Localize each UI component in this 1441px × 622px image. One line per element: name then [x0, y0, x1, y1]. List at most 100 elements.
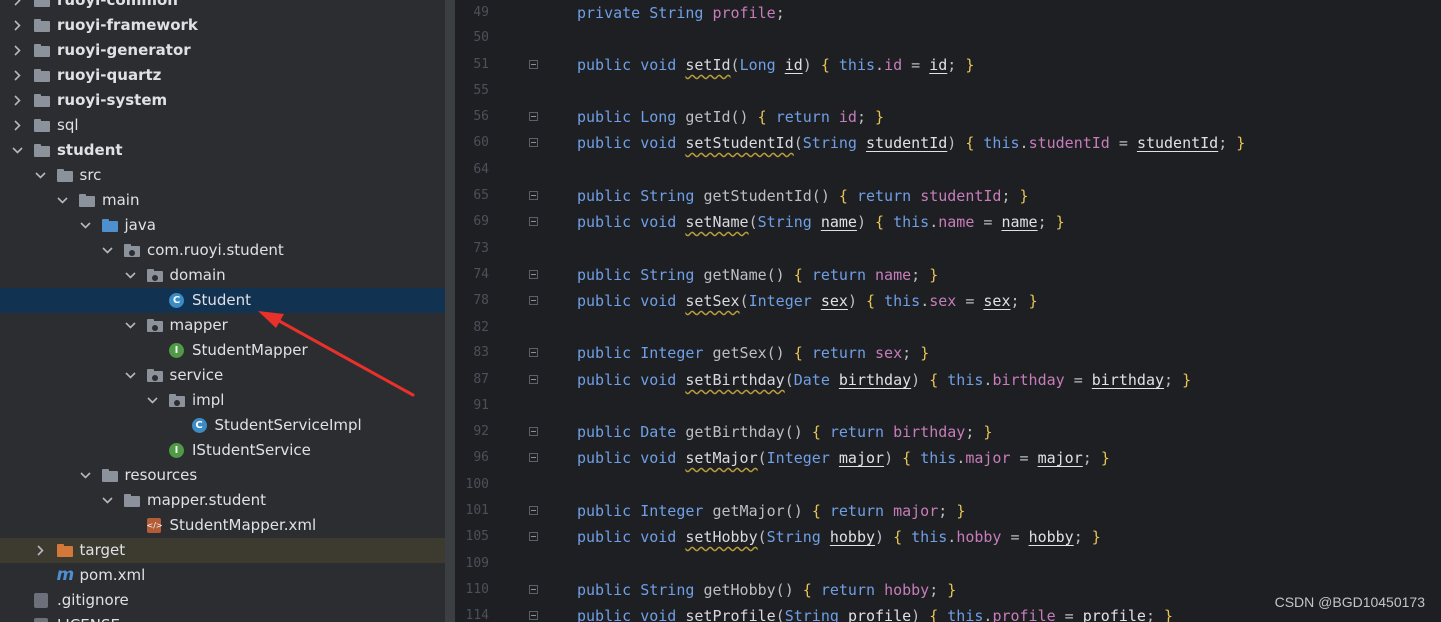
tree-item-ruoyi-framework[interactable]: ruoyi-framework: [0, 13, 445, 38]
module-folder-icon: [34, 43, 50, 58]
chevron-right-icon[interactable]: [10, 113, 24, 138]
code-line[interactable]: public String getName() { return name; }: [577, 262, 938, 288]
code-line[interactable]: public void setBirthday(Date birthday) {…: [577, 367, 1191, 393]
tree-item-ruoyi-system[interactable]: ruoyi-system: [0, 88, 445, 113]
code-line[interactable]: public void setId(Long id) { this.id = i…: [577, 52, 974, 78]
code-token: {: [802, 581, 821, 599]
tree-item-java[interactable]: java: [0, 213, 445, 238]
tree-item-sql[interactable]: sql: [0, 113, 445, 138]
code-line[interactable]: private String profile;: [577, 0, 785, 26]
code-line[interactable]: public void setHobby(String hobby) { thi…: [577, 524, 1101, 550]
code-token: ;: [1001, 187, 1020, 205]
tree-item-studentserviceimpl[interactable]: C StudentServiceImpl: [0, 413, 445, 438]
tree-item-label: LICENSE: [57, 613, 120, 622]
chevron-down-icon[interactable]: [10, 138, 24, 163]
tree-item-studentmapper-xml[interactable]: </> StudentMapper.xml: [0, 513, 445, 538]
chevron-right-icon[interactable]: [10, 0, 24, 13]
folder-icon: [56, 168, 73, 183]
fold-toggle-icon[interactable]: [529, 585, 538, 594]
code-token: }: [920, 344, 930, 362]
tree-item-ruoyi-common[interactable]: ruoyi-common: [0, 0, 445, 13]
code-editor[interactable]: 49 50 51 55 56 60 64 65 69 73 74 78 82 83 87 91 92 96 100 1…: [455, 0, 1441, 622]
module-folder-icon: [34, 68, 50, 83]
code-token: ;: [1037, 213, 1056, 231]
chevron-right-icon[interactable]: [33, 538, 47, 563]
tree-item-target[interactable]: target: [0, 538, 445, 563]
code-line[interactable]: public Date getBirthday() { return birth…: [577, 419, 992, 445]
tree-item-label: Student: [192, 291, 252, 309]
fold-toggle-icon[interactable]: [529, 112, 538, 121]
code-token: (: [793, 134, 803, 152]
chevron-down-icon[interactable]: [100, 488, 114, 513]
chevron-right-icon[interactable]: [10, 88, 24, 113]
tree-item-src[interactable]: src: [0, 163, 445, 188]
tree-item-ruoyi-generator[interactable]: ruoyi-generator: [0, 38, 445, 63]
code-token: major: [838, 449, 885, 467]
fold-toggle-icon[interactable]: [529, 375, 538, 384]
tree-item-student[interactable]: C Student: [0, 288, 445, 313]
chevron-down-icon[interactable]: [100, 238, 114, 263]
fold-toggle-icon[interactable]: [529, 506, 538, 515]
tree-item-studentmapper[interactable]: I StudentMapper: [0, 338, 445, 363]
chevron-down-icon[interactable]: [123, 263, 137, 288]
tree-item-service[interactable]: service: [0, 363, 445, 388]
chevron-down-icon[interactable]: [123, 363, 137, 388]
code-line[interactable]: public String getStudentId() { return st…: [577, 183, 1029, 209]
tree-item-mapper-student[interactable]: mapper.student: [0, 488, 445, 513]
code-line[interactable]: public void setProfile(String profile) {…: [577, 603, 1173, 622]
code-line[interactable]: public void setMajor(Integer major) { th…: [577, 445, 1110, 471]
tree-item-label: src: [79, 166, 102, 184]
fold-toggle-icon[interactable]: [529, 296, 538, 305]
fold-toggle-icon[interactable]: [529, 427, 538, 436]
tree-item-mapper[interactable]: mapper: [0, 313, 445, 338]
chevron-down-icon[interactable]: [78, 463, 92, 488]
tree-item-impl[interactable]: impl: [0, 388, 445, 413]
fold-toggle-icon[interactable]: [529, 611, 538, 620]
fold-toggle-icon[interactable]: [529, 348, 538, 357]
tree-item-pom-xml[interactable]: m pom.xml: [0, 563, 445, 588]
tree-item-license[interactable]: LICENSE: [0, 613, 445, 622]
fold-toggle-icon[interactable]: [529, 453, 538, 462]
code-line[interactable]: public void setName(String name) { this.…: [577, 209, 1065, 235]
code-token: public: [577, 449, 641, 467]
chevron-right-icon[interactable]: [10, 63, 24, 88]
code-token: void: [640, 134, 686, 152]
fold-toggle-icon[interactable]: [529, 217, 538, 226]
tree-item-domain[interactable]: domain: [0, 263, 445, 288]
code-line[interactable]: public Integer getSex() { return sex; }: [577, 340, 929, 366]
chevron-down-icon[interactable]: [123, 313, 137, 338]
fold-toggle-icon[interactable]: [529, 270, 538, 279]
fold-toggle-icon[interactable]: [529, 60, 538, 69]
class-icon: C: [191, 418, 208, 433]
tree-item-student[interactable]: student: [0, 138, 445, 163]
chevron-down-icon[interactable]: [78, 213, 92, 238]
code-token: setStudentId: [685, 134, 794, 152]
tree-item-ruoyi-quartz[interactable]: ruoyi-quartz: [0, 63, 445, 88]
code-line[interactable]: public Integer getMajor() { return major…: [577, 498, 965, 524]
code-token: major: [893, 502, 939, 520]
tree-scrollbar[interactable]: [445, 0, 455, 622]
chevron-down-icon[interactable]: [55, 188, 69, 213]
line-number: 50: [473, 30, 489, 45]
code-line[interactable]: public void setStudentId(String studentI…: [577, 130, 1245, 156]
code-token: name: [1001, 213, 1038, 231]
chevron-right-icon[interactable]: [10, 38, 24, 63]
code-line[interactable]: public Long getId() { return id; }: [577, 104, 884, 130]
code-line[interactable]: public void setSex(Integer sex) { this.s…: [577, 288, 1038, 314]
tree-item-gitignore[interactable]: .gitignore: [0, 588, 445, 613]
tree-item-label: main: [102, 191, 140, 209]
code-token: getStudentId(): [703, 187, 839, 205]
code-token: }: [1236, 134, 1246, 152]
fold-toggle-icon[interactable]: [529, 532, 538, 541]
tree-item-main[interactable]: main: [0, 188, 445, 213]
chevron-down-icon[interactable]: [33, 163, 47, 188]
fold-toggle-icon[interactable]: [529, 138, 538, 147]
code-token: {: [838, 187, 857, 205]
chevron-down-icon[interactable]: [145, 388, 159, 413]
tree-item-istudentservice[interactable]: I IStudentService: [0, 438, 445, 463]
code-line[interactable]: public String getHobby() { return hobby;…: [577, 577, 956, 603]
chevron-right-icon[interactable]: [10, 13, 24, 38]
tree-item-resources[interactable]: resources: [0, 463, 445, 488]
fold-toggle-icon[interactable]: [529, 191, 538, 200]
tree-item-com-ruoyi-student[interactable]: com.ruoyi.student: [0, 238, 445, 263]
